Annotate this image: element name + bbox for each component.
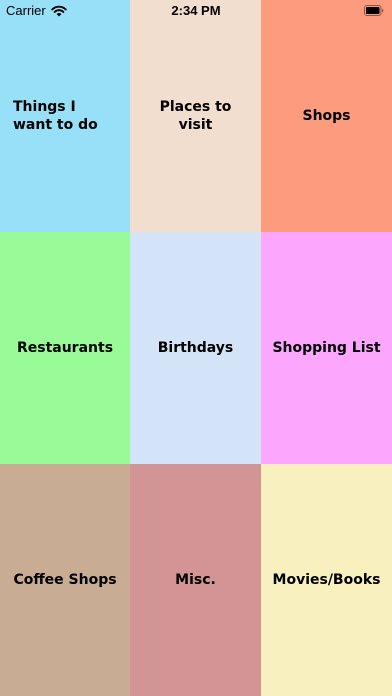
status-bar: Carrier 2:34 PM bbox=[0, 0, 392, 22]
tile-label: Misc. bbox=[175, 572, 216, 588]
tile-label: Birthdays bbox=[157, 340, 234, 356]
tile-shopping-list[interactable]: Shopping List bbox=[261, 232, 392, 464]
tile-shops[interactable]: Shops bbox=[261, 0, 392, 232]
tile-label: Shopping List bbox=[272, 340, 381, 356]
tile-things-i-want-to-do[interactable]: Things I want to do bbox=[0, 0, 130, 232]
tile-label: Coffee Shops bbox=[13, 572, 117, 588]
category-grid: Things I want to do Places to visit Shop… bbox=[0, 0, 392, 696]
tile-restaurants[interactable]: Restaurants bbox=[0, 232, 130, 464]
tile-label: Restaurants bbox=[16, 340, 114, 356]
tile-birthdays[interactable]: Birthdays bbox=[130, 232, 261, 464]
tile-coffee-shops[interactable]: Coffee Shops bbox=[0, 464, 130, 696]
tile-label: Shops bbox=[302, 108, 351, 124]
tile-movies-books[interactable]: Movies/Books bbox=[261, 464, 392, 696]
tile-places-to-visit[interactable]: Places to visit bbox=[130, 0, 261, 232]
tile-misc[interactable]: Misc. bbox=[130, 464, 261, 696]
tile-label: Things I want to do bbox=[13, 99, 98, 133]
tile-label: Places to visit bbox=[159, 99, 232, 133]
tile-label: Movies/Books bbox=[272, 572, 381, 588]
status-time: 2:34 PM bbox=[171, 3, 221, 18]
battery-icon bbox=[364, 5, 384, 16]
